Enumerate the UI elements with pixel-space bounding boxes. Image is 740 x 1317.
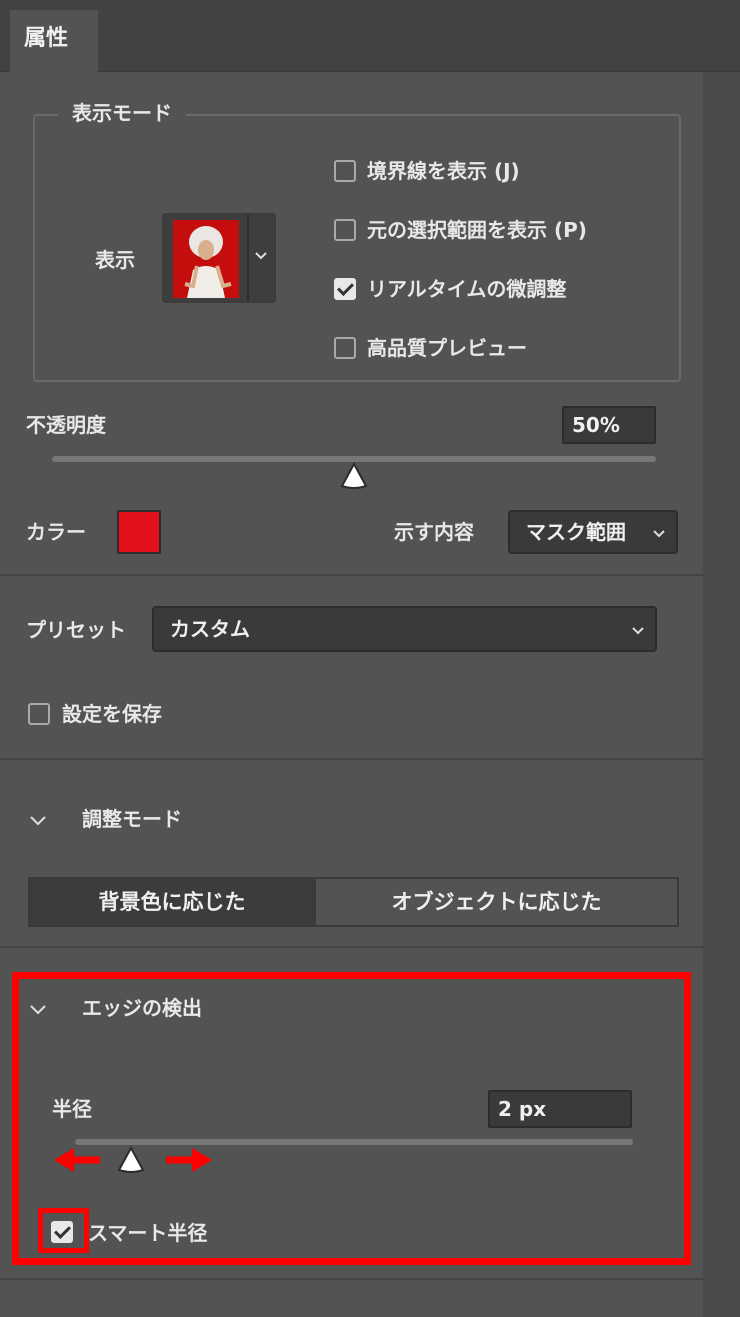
chevron-down-icon — [653, 530, 665, 538]
chevron-down-icon[interactable] — [254, 244, 268, 260]
save-settings-label: 設定を保存 — [62, 702, 162, 726]
scrollbar[interactable] — [703, 72, 740, 1317]
section-divider — [0, 1278, 703, 1280]
preset-value: カスタム — [170, 617, 250, 641]
realtime-refinement-label: リアルタイムの微調整 — [367, 277, 567, 301]
smart-radius-highlight-box — [38, 1208, 89, 1253]
show-edge-checkbox[interactable] — [334, 160, 356, 182]
realtime-refinement-checkbox[interactable] — [334, 278, 356, 300]
collapse-chevron-icon[interactable] — [28, 810, 48, 826]
refine-mode-object-aware-button[interactable]: オブジェクトに応じた — [314, 877, 679, 927]
show-edge-label: 境界線を表示 (J) — [367, 159, 520, 183]
overlay-color-swatch[interactable] — [117, 510, 161, 554]
opacity-input[interactable]: 50% — [562, 406, 656, 444]
portrait-thumbnail-icon — [173, 220, 239, 298]
show-original-checkbox[interactable] — [334, 219, 356, 241]
high-quality-preview-checkbox[interactable] — [334, 337, 356, 359]
indicates-value: マスク範囲 — [526, 520, 626, 544]
save-settings-checkbox[interactable] — [28, 703, 50, 725]
opacity-label: 不透明度 — [26, 413, 106, 437]
preset-label: プリセット — [26, 618, 126, 642]
show-original-label: 元の選択範囲を表示 (P) — [367, 218, 587, 242]
refine-mode-title: 調整モード — [82, 807, 182, 831]
chevron-down-icon — [632, 627, 644, 635]
view-mode-legend: 表示モード — [58, 99, 186, 127]
tab-properties[interactable]: 属性 — [10, 10, 98, 72]
view-mode-thumbnail — [173, 220, 239, 298]
color-label: カラー — [26, 520, 86, 544]
edge-detection-highlight-box — [12, 972, 691, 1265]
section-divider — [0, 946, 703, 948]
view-label: 表示 — [95, 248, 135, 272]
high-quality-preview-label: 高品質プレビュー — [367, 336, 527, 360]
section-divider — [0, 758, 703, 760]
panel-tab-bar — [0, 0, 740, 72]
indicates-dropdown[interactable]: マスク範囲 — [508, 510, 678, 554]
indicates-label: 示す内容 — [394, 520, 474, 544]
view-mode-divider — [247, 214, 249, 302]
section-divider — [0, 574, 703, 576]
preset-dropdown[interactable]: カスタム — [152, 606, 657, 652]
refine-mode-color-aware-button[interactable]: 背景色に応じた — [28, 877, 316, 927]
opacity-slider-knob[interactable] — [340, 461, 368, 490]
